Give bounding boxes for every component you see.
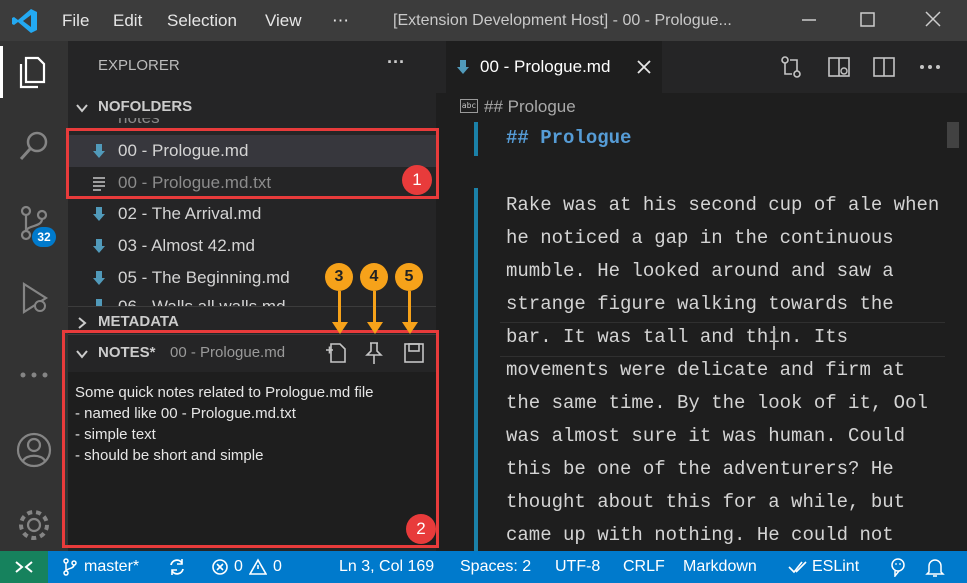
divider [68, 306, 436, 307]
heading-symbol-icon: abc [460, 99, 478, 113]
run-debug-icon[interactable] [14, 278, 54, 318]
change-marker [474, 188, 478, 551]
arrow-head [332, 322, 348, 334]
code-line[interactable]: thought about this for a while, but [506, 491, 905, 513]
menu-edit[interactable]: Edit [113, 0, 142, 41]
maximize-icon[interactable] [856, 10, 878, 30]
remote-indicator[interactable] [0, 551, 48, 583]
file-label: 03 - Almost 42.md [118, 236, 256, 255]
code-line[interactable]: the same time. By the look of it, Ool [506, 392, 928, 414]
tree-item-the-arrival[interactable]: 02 - The Arrival.md [68, 198, 436, 230]
markdown-icon [93, 207, 105, 221]
eslint-status[interactable]: ESLint [812, 551, 859, 583]
cursor-position[interactable]: Ln 3, Col 169 [339, 551, 434, 583]
warning-count[interactable]: 0 [273, 551, 282, 583]
code-line[interactable]: bar. It was tall and thin. Its [506, 326, 848, 348]
editor-tab[interactable]: 00 - Prologue.md [446, 41, 662, 93]
markdown-icon [457, 60, 469, 74]
scm-badge: 32 [32, 227, 56, 247]
code-line[interactable]: came up with nothing. He could not [506, 524, 894, 546]
scrollbar-thumb[interactable] [947, 122, 959, 148]
bell-icon[interactable] [925, 556, 945, 578]
menu-view[interactable]: View [265, 0, 302, 41]
tree-item-almost-42[interactable]: 03 - Almost 42.md [68, 230, 436, 262]
branch-label[interactable]: master* [84, 551, 139, 583]
checkmark-icon [788, 559, 810, 575]
code-line[interactable]: this be one of the adventurers? He [506, 458, 894, 480]
annotation-badge-1: 1 [402, 165, 432, 195]
arrow-head [402, 322, 418, 334]
annotation-box-1 [66, 128, 439, 199]
close-tab-icon[interactable] [636, 59, 652, 75]
markdown-icon [93, 239, 105, 253]
annotation-badge-4: 4 [360, 263, 388, 291]
annotation-arrow-5 [408, 291, 411, 325]
markdown-icon [93, 271, 105, 285]
explorer-more-button[interactable]: ··· [387, 52, 405, 73]
chevron-down-icon[interactable] [74, 100, 90, 116]
feedback-icon[interactable] [888, 557, 908, 579]
clipped-tree-item: notes [68, 118, 436, 128]
change-marker [474, 122, 478, 156]
explorer-icon[interactable] [14, 52, 54, 92]
text-cursor [773, 326, 775, 350]
end-of-line[interactable]: CRLF [623, 551, 665, 583]
tree-item-walls-clipped[interactable]: 06 - Walls all walls.md [68, 295, 436, 306]
annotation-arrow-4 [373, 291, 376, 325]
breadcrumb[interactable]: ## Prologue [484, 97, 576, 117]
annotation-badge-2: 2 [406, 514, 436, 544]
close-icon[interactable] [922, 10, 944, 30]
more-icon[interactable] [14, 355, 54, 395]
active-indicator [0, 46, 3, 98]
file-label: 05 - The Beginning.md [118, 268, 290, 287]
settings-icon[interactable] [14, 505, 54, 545]
warning-icon [248, 558, 268, 576]
tab-label: 00 - Prologue.md [480, 57, 611, 76]
menu-more[interactable]: ⋯ [332, 0, 349, 41]
window-title: [Extension Development Host] - 00 - Prol… [393, 12, 732, 29]
annotation-badge-5: 5 [395, 263, 423, 291]
chevron-right-icon[interactable] [74, 315, 90, 331]
annotation-badge-3: 3 [325, 263, 353, 291]
code-heading[interactable]: ## Prologue [506, 127, 631, 149]
explorer-title: EXPLORER [98, 57, 180, 74]
minimize-icon[interactable] [798, 10, 820, 30]
code-line[interactable]: movements were delicate and firm at [506, 359, 905, 381]
code-line[interactable]: Rake was at his second cup of ale when [506, 194, 939, 216]
menu-selection[interactable]: Selection [167, 0, 237, 41]
annotation-box-2 [62, 330, 439, 548]
arrow-head [367, 322, 383, 334]
vscode-logo [12, 8, 38, 34]
split-editor-icon[interactable] [871, 54, 897, 80]
account-icon[interactable] [14, 430, 54, 470]
open-changes-icon[interactable] [778, 54, 804, 80]
sync-icon[interactable] [167, 556, 187, 578]
error-icon [211, 558, 229, 576]
code-line[interactable]: he noticed a gap in the continuous [506, 227, 894, 249]
branch-icon [62, 558, 78, 576]
open-preview-icon[interactable] [826, 54, 852, 80]
encoding[interactable]: UTF-8 [555, 551, 600, 583]
language-mode[interactable]: Markdown [683, 551, 757, 583]
section-nofolders[interactable]: NOFOLDERS [98, 98, 192, 115]
error-count[interactable]: 0 [234, 551, 243, 583]
code-line[interactable]: strange figure walking towards the [506, 293, 894, 315]
file-label: 02 - The Arrival.md [118, 204, 262, 223]
code-line[interactable]: was almost sure it was human. Could [506, 425, 905, 447]
search-icon[interactable] [14, 126, 54, 166]
more-actions-icon[interactable] [917, 54, 943, 80]
code-line[interactable]: mumble. He looked around and saw a [506, 260, 894, 282]
section-metadata[interactable]: METADATA [98, 313, 179, 330]
annotation-arrow-3 [338, 291, 341, 325]
menu-file[interactable]: File [62, 0, 89, 41]
remote-icon [15, 561, 33, 573]
indentation[interactable]: Spaces: 2 [460, 551, 531, 583]
